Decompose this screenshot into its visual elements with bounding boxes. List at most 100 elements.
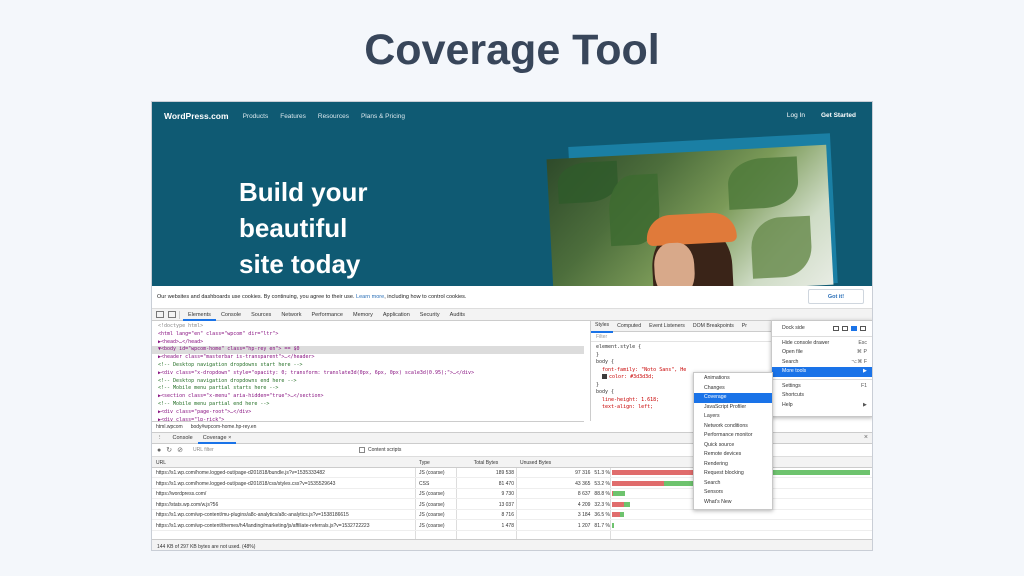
tab-sources[interactable]: Sources [246, 309, 276, 321]
styles-filter-input[interactable]: Filter [591, 332, 774, 342]
drawer-tab-coverage[interactable]: Coverage × [197, 432, 237, 444]
tool-changes[interactable]: Changes [694, 384, 772, 394]
dom-line[interactable]: ▶<head>…</head> [152, 339, 584, 347]
tool-request-blocking[interactable]: Request blocking [694, 469, 772, 479]
dock-right-icon[interactable] [860, 326, 866, 331]
menu-hide-drawer[interactable]: Hide console drawer Esc [772, 339, 872, 349]
tool-network-conditions[interactable]: Network conditions [694, 422, 772, 432]
unused-bytes-bar [619, 512, 624, 517]
coverage-url: https://s1.wp.com/wp-content/mu-plugins/… [156, 512, 349, 518]
nav-plans[interactable]: Plans & Pricing [361, 113, 405, 120]
content-scripts-checkbox[interactable] [358, 447, 365, 453]
tab-application[interactable]: Application [378, 309, 415, 321]
tool-performance-monitor[interactable]: Performance monitor [694, 431, 772, 441]
tool-layers[interactable]: Layers [694, 412, 772, 422]
coverage-unused: 43 365 53.2 % [575, 480, 610, 487]
get-started-button[interactable]: Get Started [821, 112, 856, 119]
nav-resources[interactable]: Resources [318, 113, 349, 120]
dock-left-icon[interactable] [842, 326, 848, 331]
dom-line[interactable]: ▶<header class="masterbar is-transparent… [152, 354, 584, 362]
dom-line[interactable]: <!-- Desktop navigation dropdowns start … [152, 362, 584, 370]
tab-security[interactable]: Security [415, 309, 445, 321]
menu-help[interactable]: Help ▶ [772, 401, 872, 411]
tab-event-listeners[interactable]: Event Listeners [645, 321, 689, 332]
tab-styles[interactable]: Styles [591, 320, 614, 333]
coverage-total: 8 716 [501, 512, 514, 518]
tab-console[interactable]: Console [216, 309, 246, 321]
dom-line-selected[interactable]: ▼<body id="wpcom-home" class="hp-rey en"… [152, 346, 584, 355]
dom-line[interactable]: <!-- Mobile menu partial starts here --> [152, 385, 584, 393]
tab-computed[interactable]: Computed [613, 321, 645, 332]
tab-elements[interactable]: Elements [183, 309, 216, 321]
tab-audits[interactable]: Audits [445, 309, 470, 321]
col-url[interactable]: URL [156, 460, 412, 466]
cookie-text: Our websites and dashboards use cookies.… [157, 294, 467, 300]
coverage-url: https://stats.wp.com/w.js?56 [156, 501, 219, 508]
dom-line[interactable]: <!doctype html> [152, 323, 584, 331]
col-type[interactable]: Type [419, 460, 459, 466]
coverage-unused: 8 637 88.8 % [577, 491, 610, 497]
dom-line[interactable]: ▶<div class="x-dropdown" style="opacity:… [152, 370, 584, 378]
menu-open-file[interactable]: Open file ⌘ P [772, 348, 872, 358]
col-unused-bytes[interactable]: Unused Bytes [520, 460, 616, 466]
slide-title: Coverage Tool [364, 26, 660, 74]
drawer-tab-console[interactable]: Console [168, 432, 198, 444]
login-link[interactable]: Log In [787, 112, 805, 119]
nav-products[interactable]: Products [243, 113, 269, 120]
menu-search[interactable]: Search ⌥⌘ F [772, 358, 872, 368]
site-nav: WordPress.com Products Features Resource… [152, 102, 872, 130]
color-swatch[interactable] [602, 374, 607, 379]
menu-dots-icon[interactable]: ⋮ [152, 432, 168, 444]
site-logo[interactable]: WordPress.com [164, 111, 229, 121]
coverage-total: 13 037 [498, 501, 514, 508]
tab-properties[interactable]: Pr [738, 321, 751, 332]
dom-line[interactable]: <!-- Mobile menu partial end here --> [152, 401, 584, 409]
tab-memory[interactable]: Memory [348, 309, 378, 321]
tool-search[interactable]: Search [694, 479, 772, 489]
tab-performance[interactable]: Performance [306, 309, 348, 321]
dom-line[interactable]: <html lang="en" class="wpcom" dir="ltr"> [152, 331, 584, 339]
tab-network[interactable]: Network [276, 309, 306, 321]
coverage-status: 144 KB of 297 KB bytes are not used. (48… [152, 539, 872, 550]
tool-animations[interactable]: Animations [694, 374, 772, 384]
coverage-total: 1 478 [501, 522, 514, 529]
crumb-body[interactable]: body#wpcom-home.hp-rey.en [191, 424, 257, 430]
tool-sensors[interactable]: Sensors [694, 488, 772, 498]
website-hero: WordPress.com Products Features Resource… [152, 102, 872, 286]
tool-coverage[interactable]: Coverage [694, 393, 772, 403]
nav-features[interactable]: Features [280, 113, 306, 120]
coverage-row[interactable]: https://s1.wp.com/wp-content/themes/h4/l… [152, 520, 872, 531]
coverage-unused: 3 184 36.5 % [577, 512, 610, 518]
url-filter-input[interactable]: URL filter [193, 447, 353, 453]
coverage-type: JS (coarse) [419, 522, 445, 529]
dom-line[interactable]: ▶<div class="page-root">…</div> [152, 409, 584, 417]
learn-more-link[interactable]: Learn more [356, 294, 384, 300]
clear-icon[interactable]: ⊘ [177, 446, 183, 454]
tool-quick-source[interactable]: Quick source [694, 441, 772, 451]
menu-more-tools[interactable]: More tools ▶ [772, 367, 872, 377]
menu-settings[interactable]: Settings F1 [772, 382, 872, 392]
col-total-bytes[interactable]: Total Bytes [458, 460, 514, 466]
coverage-row[interactable]: https://s1.wp.com/wp-content/mu-plugins/… [152, 510, 872, 520]
coverage-usage-bar [612, 512, 872, 517]
crumb-html[interactable]: html.wpcom [156, 424, 183, 430]
styles-tabs: Styles Computed Event Listeners DOM Brea… [591, 320, 774, 333]
got-it-button[interactable]: Got it! [808, 289, 864, 304]
tool-js-profiler[interactable]: JavaScript Profiler [694, 403, 772, 413]
dom-line[interactable]: <!-- Desktop navigation dropdowns end he… [152, 378, 584, 386]
reload-icon[interactable]: ↻ [166, 446, 172, 454]
record-icon[interactable]: ● [157, 447, 161, 454]
device-toggle-icon[interactable] [168, 311, 176, 318]
dom-line[interactable]: ▶<section class="x-menu" aria-hidden="tr… [152, 393, 584, 401]
tool-whats-new[interactable]: What's New [694, 498, 772, 508]
used-bytes-bar [612, 480, 664, 486]
tab-dom-breakpoints[interactable]: DOM Breakpoints [689, 321, 738, 332]
tool-remote-devices[interactable]: Remote devices [694, 450, 772, 460]
hero-photo [546, 144, 834, 286]
inspect-icon[interactable] [156, 311, 164, 318]
undock-icon[interactable] [833, 326, 839, 331]
tool-rendering[interactable]: Rendering [694, 460, 772, 470]
menu-shortcuts[interactable]: Shortcuts [772, 391, 872, 401]
dock-bottom-icon[interactable] [851, 326, 857, 331]
close-icon[interactable]: × [864, 434, 868, 441]
